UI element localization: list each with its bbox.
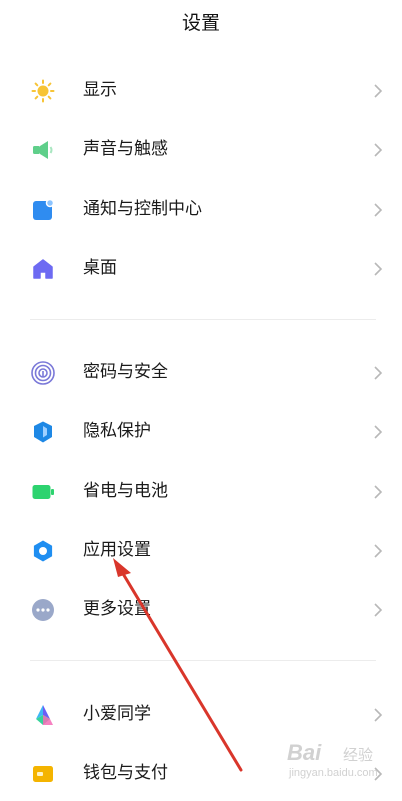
settings-item-label: 显示 — [83, 80, 117, 100]
settings-item-sound[interactable]: 声音与触感 — [0, 121, 402, 177]
settings-item-battery[interactable]: 省电与电池 — [0, 463, 402, 519]
settings-item-label: 应用设置 — [83, 540, 151, 560]
chevron-right-icon — [373, 543, 383, 559]
gear-icon — [31, 539, 55, 563]
settings-item-label: 通知与控制中心 — [83, 199, 202, 219]
settings-item-label: 隐私保护 — [83, 421, 151, 441]
settings-item-label: 省电与电池 — [83, 481, 168, 501]
sun-icon — [31, 79, 55, 103]
home-icon — [31, 257, 55, 281]
settings-item-password-security[interactable]: 密码与安全 — [0, 344, 402, 400]
settings-item-xiaoai[interactable]: 小爱同学 — [0, 686, 402, 742]
group-divider — [30, 319, 376, 320]
watermark-brand: Bai — [287, 740, 322, 765]
settings-item-more-settings[interactable]: 更多设置 — [0, 581, 402, 637]
watermark-url: jingyan.baidu.com — [289, 767, 378, 779]
chevron-right-icon — [373, 83, 383, 99]
fingerprint-icon — [31, 361, 55, 385]
more-dots-icon — [31, 598, 55, 622]
chevron-right-icon — [373, 602, 383, 618]
page-title: 设置 — [181, 12, 220, 34]
settings-item-privacy[interactable]: 隐私保护 — [0, 403, 402, 459]
settings-item-label: 钱包与支付 — [83, 763, 168, 783]
chevron-right-icon — [373, 365, 383, 381]
chevron-right-icon — [373, 202, 383, 218]
shield-icon — [31, 420, 55, 444]
wallet-icon — [31, 762, 55, 786]
settings-item-label: 密码与安全 — [83, 362, 168, 382]
chevron-right-icon — [373, 707, 383, 723]
battery-icon — [31, 480, 55, 504]
group-divider — [30, 660, 376, 661]
notification-icon — [31, 198, 55, 222]
settings-item-notifications[interactable]: 通知与控制中心 — [0, 181, 402, 237]
chevron-right-icon — [373, 142, 383, 158]
watermark-cn: 经验 — [343, 747, 374, 764]
settings-item-label: 桌面 — [83, 258, 117, 278]
chevron-right-icon — [373, 261, 383, 277]
settings-item-label: 声音与触感 — [83, 139, 168, 159]
settings-item-desktop[interactable]: 桌面 — [0, 240, 402, 296]
xiaoai-icon — [31, 703, 55, 727]
chevron-right-icon — [373, 424, 383, 440]
settings-item-label: 更多设置 — [83, 599, 151, 619]
speaker-icon — [31, 138, 55, 162]
settings-item-label: 小爱同学 — [83, 704, 151, 724]
settings-item-app-settings[interactable]: 应用设置 — [0, 522, 402, 578]
settings-item-display[interactable]: 显示 — [0, 62, 402, 118]
baidu-watermark: Bai 经验 jingyan.baidu.com — [287, 738, 397, 788]
chevron-right-icon — [373, 484, 383, 500]
